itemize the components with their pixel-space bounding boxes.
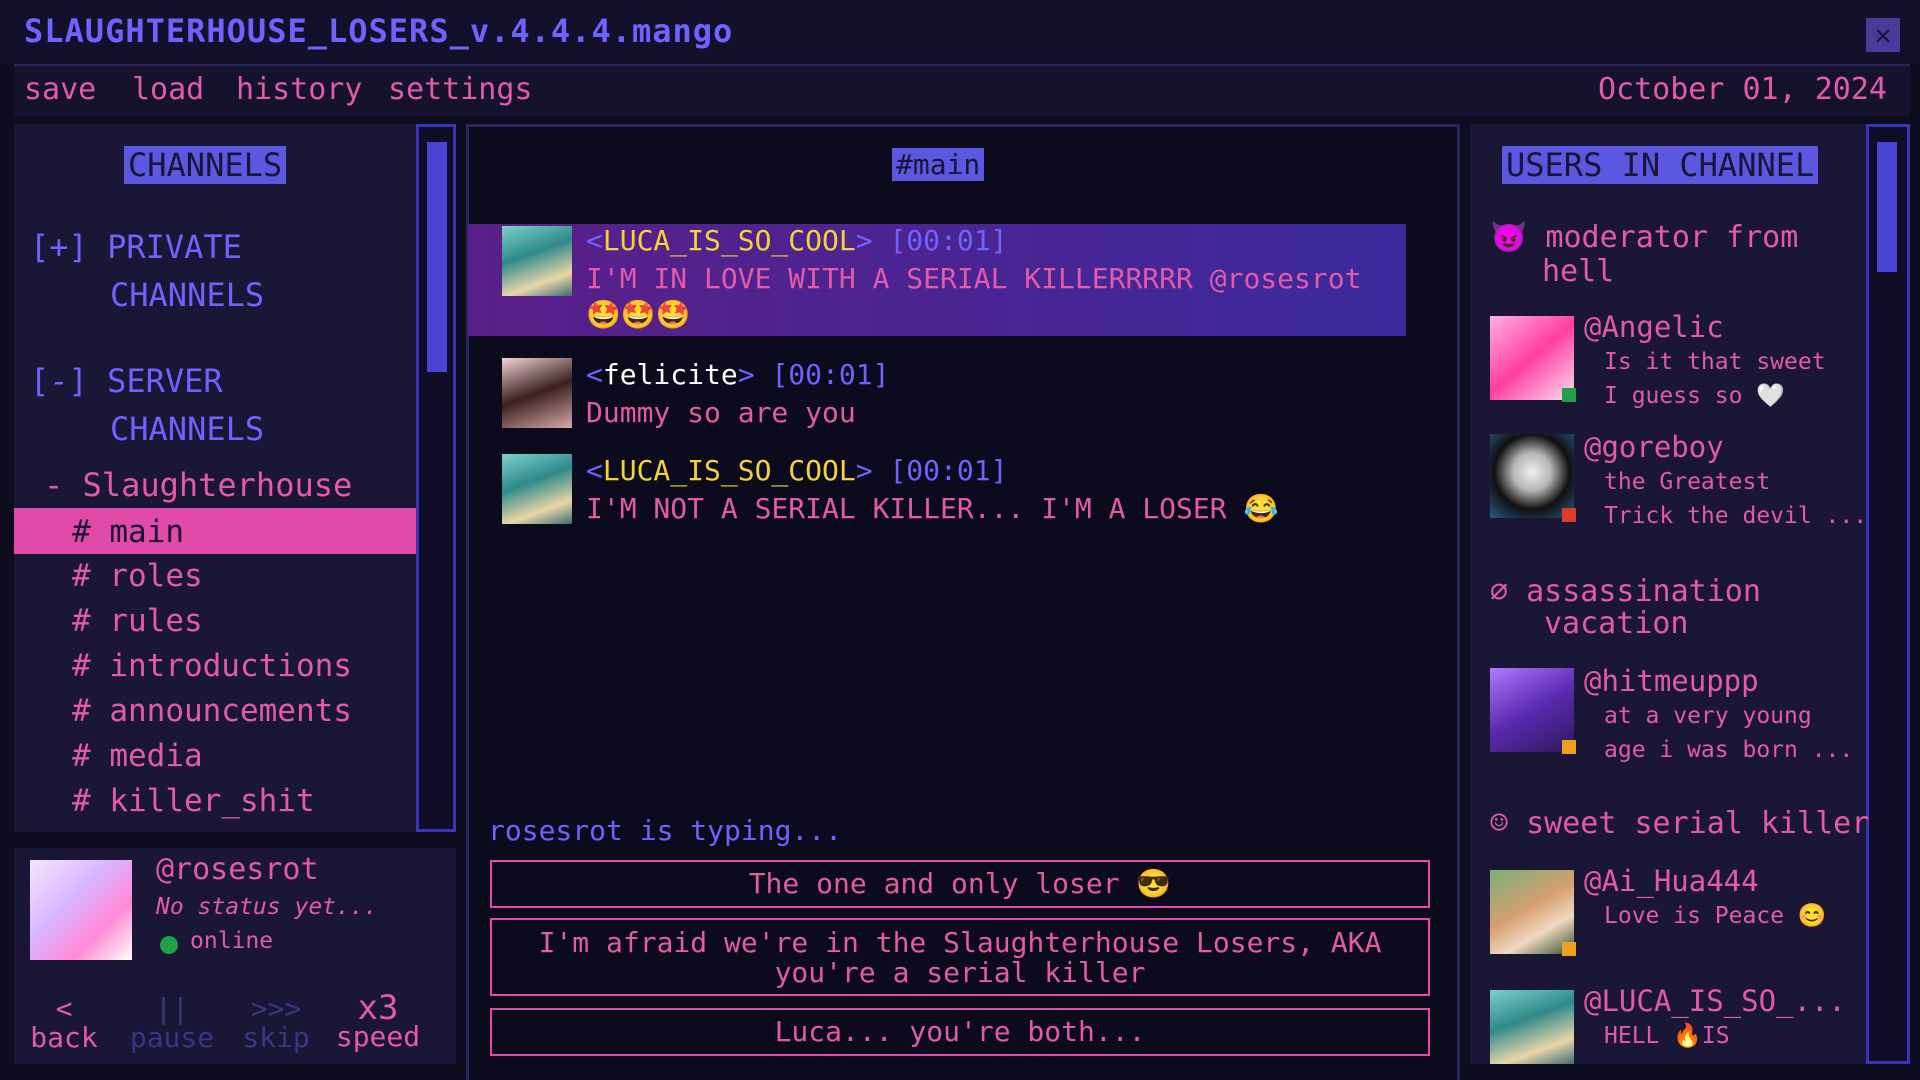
role-group-title-cont: vacation [1544,606,1689,641]
avatar[interactable] [30,860,132,960]
close-button[interactable]: ✕ [1866,18,1900,52]
user-name[interactable]: @Ai_Hua444 [1584,864,1759,898]
close-icon: ✕ [1874,18,1892,51]
message-time: [00:01] [771,358,890,391]
collapse-icon: [-] [30,362,88,400]
channels-scroll-thumb[interactable] [427,142,447,372]
user-status: age i was born ... [1604,737,1854,763]
message-header: <felicite> [00:01] [586,358,890,391]
typing-indicator: rosesrot is typing... [488,814,843,847]
server-channels-toggle[interactable]: [-] SERVER [30,362,223,400]
user-name[interactable]: @hitmeuppp [1584,664,1759,698]
message-author[interactable]: LUCA_IS_SO_COOL [603,454,856,487]
user-status: I guess so 🤍 [1604,383,1785,409]
app-title: SLAUGHTERHOUSE_LOSERS_v.4.4.4.mango [24,12,734,50]
user-name[interactable]: @Angelic [1584,310,1724,344]
menu-save[interactable]: save [24,72,96,107]
channel-item-roles[interactable]: # roles [72,558,203,594]
online-dot-icon [160,936,178,954]
menu-settings[interactable]: settings [388,72,533,107]
skip-button[interactable]: >>> skip [236,992,316,1052]
user-name[interactable]: @LUCA_IS_SO_... [1584,984,1846,1018]
self-handle: @rosesrot [156,852,319,887]
smiley-icon: ☺ [1490,806,1509,841]
message-text-emoji: 🤩🤩🤩 [586,298,691,331]
back-button[interactable]: < back [24,992,104,1052]
channel-tab[interactable]: #main [892,148,985,181]
message-author[interactable]: felicite [603,358,738,391]
message-text: I'M NOT A SERIAL KILLER... I'M A LOSER 😂 [586,492,1279,525]
role-group-title-cont: hell [1542,254,1615,289]
user-status: Love is Peace 😊 [1604,903,1827,929]
message-avatar[interactable] [502,226,572,296]
message-header: <LUCA_IS_SO_COOL> [00:01] [586,454,1008,487]
pause-button[interactable]: || pause [126,992,218,1052]
devil-icon: 😈 [1490,220,1528,255]
status-dot-icon [1562,508,1576,522]
channel-item-announcements[interactable]: # announcements [72,693,352,729]
user-avatar[interactable] [1490,434,1574,518]
channel-item-killer-shit[interactable]: # killer_shit [72,783,315,819]
user-name[interactable]: @goreboy [1584,430,1724,464]
message-text: Dummy so are you [586,396,856,429]
message-author[interactable]: LUCA_IS_SO_COOL [603,224,856,257]
user-status: at a very young [1604,703,1812,729]
role-group-title: 😈 moderator from [1490,220,1799,255]
user-avatar[interactable] [1490,990,1574,1064]
user-status: HELL 🔥IS [1604,1023,1730,1049]
role-group-title: ∅ assassination [1490,574,1761,609]
presence-text: online [190,928,274,954]
date-display: October 01, 2024 [1598,72,1887,107]
menu-history[interactable]: history [236,72,362,107]
private-channels-label: CHANNELS [110,276,265,314]
empty-set-icon: ∅ [1490,574,1509,609]
self-status[interactable]: No status yet... [156,894,378,920]
dialogue-choice-3[interactable]: Luca... you're both... [490,1008,1430,1056]
user-status: Is it that sweet [1604,349,1826,375]
channel-item-rules[interactable]: # rules [72,603,203,639]
role-group-title: ☺ sweet serial killer [1490,806,1870,841]
message-avatar[interactable] [502,454,572,524]
status-dot-icon [1562,740,1576,754]
users-header: USERS IN CHANNEL [1502,146,1819,184]
channel-item-main[interactable]: # main [72,514,184,550]
user-status: the Greatest [1604,469,1771,495]
message-text: I'M IN LOVE WITH A SERIAL KILLERRRRR @ro… [586,262,1362,295]
dialogue-choice-1[interactable]: The one and only loser 😎 [490,860,1430,908]
dialogue-choice-2[interactable]: I'm afraid we're in the Slaughterhouse L… [490,918,1430,996]
private-channels-toggle[interactable]: [+] PRIVATE [30,228,242,266]
message-time: [00:01] [889,224,1008,257]
channel-item-introductions[interactable]: # introductions [72,648,352,684]
server-channels-label: CHANNELS [110,410,265,448]
expand-icon: [+] [30,228,88,266]
status-dot-icon [1562,388,1576,402]
user-status: Trick the devil ... [1604,503,1868,529]
speed-button[interactable]: x3 speed [328,991,428,1051]
message-avatar[interactable] [502,358,572,428]
message-header: <LUCA_IS_SO_COOL> [00:01] [586,224,1008,257]
message-time: [00:01] [889,454,1008,487]
status-dot-icon [1562,942,1576,956]
server-name[interactable]: - Slaughterhouse [44,466,352,504]
channels-header: CHANNELS [124,146,287,184]
menu-load[interactable]: load [132,72,204,107]
users-scroll-thumb[interactable] [1877,142,1897,272]
channel-item-media[interactable]: # media [72,738,203,774]
